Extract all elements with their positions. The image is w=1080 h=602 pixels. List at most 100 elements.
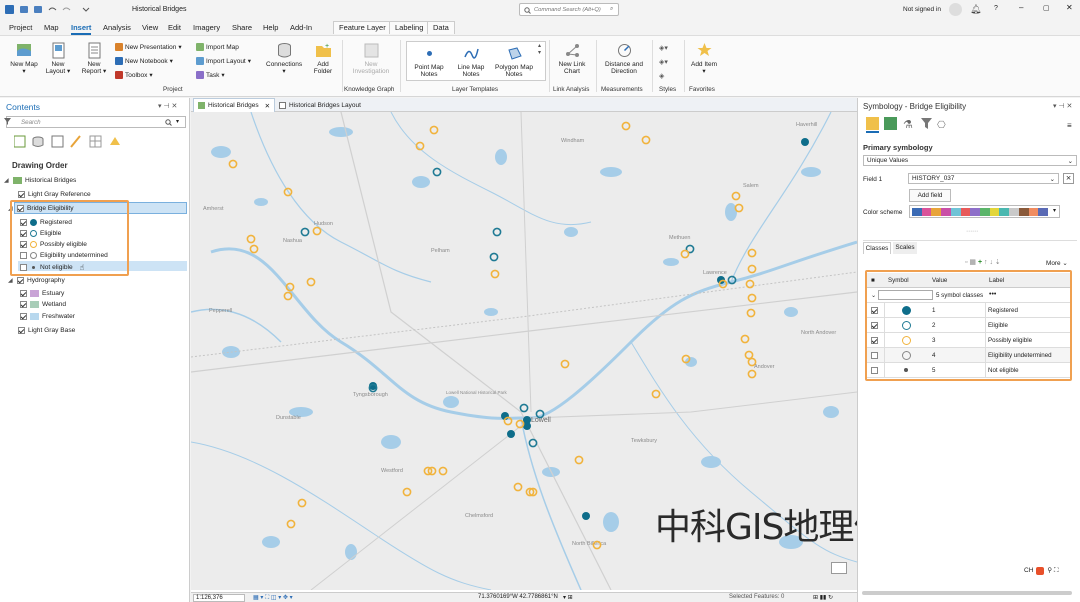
primary-symbology-tab-icon[interactable] [866, 117, 879, 130]
add-item-button[interactable]: Add Item ▾ [690, 42, 718, 75]
map-tools-icons[interactable]: ▦ ▾ ⛶ ◫ ▾ ✥ ▾ [253, 594, 293, 602]
tab-help[interactable]: Help [263, 23, 278, 32]
command-search-box[interactable]: Command Search (Alt+Q) ⌕ [519, 3, 619, 16]
tab-historical-bridges[interactable]: Historical Bridges ✕ [193, 98, 276, 112]
tab-historical-bridges-layout[interactable]: Historical Bridges Layout [275, 98, 365, 112]
symbology-mode-tabs[interactable]: ⚗ ⎔ [865, 115, 957, 133]
add-folder-button[interactable]: + Add Folder [308, 42, 338, 75]
class-checkbox[interactable] [20, 290, 27, 297]
sign-in-status[interactable]: Not signed in [903, 6, 941, 13]
tab-analysis[interactable]: Analysis [103, 23, 131, 32]
symbology-method-select[interactable]: Unique Values ⌄ [863, 155, 1077, 166]
task-button[interactable]: Task ▾ [196, 71, 225, 79]
tab-map[interactable]: Map [44, 23, 59, 32]
style-icon[interactable]: ◈▾ [659, 59, 668, 66]
tab-data[interactable]: Data [427, 21, 455, 34]
menu-icon[interactable]: ≡ [1067, 121, 1072, 130]
close-window-icon[interactable]: ✕ [1066, 3, 1073, 12]
layer-visibility-checkbox[interactable] [17, 277, 24, 284]
polygon-map-notes-button[interactable]: Polygon Map Notes [494, 45, 534, 78]
contents-view-toolbar[interactable] [14, 135, 124, 149]
styles-buttons[interactable]: ◈▾ ◈▾ ◈ [659, 42, 668, 84]
layer-light-gray-base[interactable]: Light Gray Base [18, 327, 75, 334]
import-map-button[interactable]: Import Map [196, 43, 239, 51]
notification-bell-icon[interactable]: 🔔︎ [970, 4, 981, 15]
color-scheme-swatch [960, 208, 971, 216]
layer-hydrography[interactable]: ◢ Hydrography [8, 277, 65, 284]
map-node-historical-bridges[interactable]: ◢ Historical Bridges [4, 177, 76, 184]
layer-light-gray-reference[interactable]: Light Gray Reference [18, 191, 91, 198]
close-tab-icon[interactable]: ✕ [265, 102, 270, 110]
collapse-icon[interactable]: ◢ [4, 177, 10, 184]
ime-options-icon[interactable]: ⚲ ⛶ [1047, 566, 1058, 575]
coordinate-options-icon[interactable]: ▾ ⊞ [563, 594, 573, 601]
group-separator [652, 40, 653, 92]
tab-classes[interactable]: Classes [863, 242, 891, 254]
scales-tab-label: Scales [895, 244, 915, 251]
splitter-grip[interactable]: ⋯⋯ [966, 228, 978, 235]
style-icon[interactable]: ◈ [659, 73, 664, 80]
search-options-icon[interactable]: ▾ [176, 118, 179, 125]
quick-access-toolbar[interactable] [5, 5, 105, 15]
pane-options-icon[interactable]: ▾ ⊣ ✕ [158, 102, 177, 110]
tab-scales[interactable]: Scales [893, 242, 917, 254]
layer-label: Light Gray Base [28, 327, 76, 334]
bridge-point-registered[interactable] [801, 138, 809, 146]
layout-tab-label: Historical Bridges Layout [289, 101, 361, 109]
toolbox-button[interactable]: Toolbox ▾ [115, 71, 153, 79]
maximize-icon[interactable]: ▢ [1043, 4, 1050, 12]
contents-search-input[interactable]: Search ▾ [6, 116, 186, 128]
sql-expression-icon[interactable]: ⨯ [1063, 173, 1074, 184]
minimize-icon[interactable]: – [1019, 3, 1023, 12]
import-layout-button[interactable]: Import Layout ▾ [196, 57, 251, 65]
pause-refresh-icons[interactable]: ⊞ ▮▮ ↻ [813, 594, 833, 601]
tab-edit[interactable]: Edit [168, 23, 181, 32]
tab-labeling[interactable]: Labeling [389, 21, 430, 34]
tab-project[interactable]: Project [9, 23, 32, 32]
map-thumbnail-icon[interactable] [831, 562, 847, 574]
add-field-button[interactable]: Add field [909, 189, 951, 202]
new-report-button[interactable]: New Report ▾ [79, 42, 109, 75]
more-menu[interactable]: More ⌄ [1046, 259, 1068, 267]
new-layout-button[interactable]: New Layout ▾ [43, 42, 73, 75]
collapse-icon[interactable]: ◢ [8, 277, 14, 284]
new-link-chart-button[interactable]: New Link Chart [553, 42, 591, 75]
user-avatar-icon[interactable] [949, 3, 962, 16]
layer-visibility-checkbox[interactable] [18, 191, 25, 198]
line-map-notes-button[interactable]: Line Map Notes [452, 45, 490, 78]
tab-view[interactable]: View [142, 23, 158, 32]
new-map-button[interactable]: New Map ▾ [10, 42, 38, 75]
class-checkbox[interactable] [20, 301, 27, 308]
tab-feature-layer[interactable]: Feature Layer [333, 21, 392, 34]
class-wetland[interactable]: Wetland [20, 301, 66, 308]
bridge-point-registered[interactable] [582, 512, 590, 520]
filter-icon[interactable] [4, 117, 12, 126]
tab-add-in[interactable]: Add-In [290, 23, 312, 32]
input-method-indicator[interactable]: CH ⚲ ⛶ [1024, 566, 1059, 575]
map-label-haverhill: Haverhill [796, 122, 817, 128]
color-scheme-swatch [941, 208, 951, 216]
bridge-point-registered[interactable] [507, 430, 515, 438]
layer-visibility-checkbox[interactable] [18, 327, 25, 334]
tab-insert[interactable]: Insert [71, 23, 92, 35]
tab-share[interactable]: Share [232, 23, 252, 32]
distance-direction-button[interactable]: Distance and Direction [601, 42, 647, 75]
new-presentation-button[interactable]: New Presentation ▾ [115, 43, 182, 51]
class-toolbar-icons[interactable]: ▫ ▦ + ↑ ↓ ⇣ [965, 258, 1001, 266]
class-estuary[interactable]: Estuary [20, 290, 64, 297]
scale-input[interactable]: 1:126,376 [193, 594, 245, 602]
new-notebook-button[interactable]: New Notebook ▾ [115, 57, 173, 65]
class-checkbox[interactable] [20, 313, 27, 320]
field1-select[interactable]: HISTORY_037 ⌄ [908, 173, 1059, 184]
connections-button[interactable]: Connections ▾ [266, 42, 302, 75]
pane-options-icon[interactable]: ▾ ⊣ ✕ [1053, 102, 1072, 110]
color-scheme-select[interactable]: ▾ [909, 205, 1060, 218]
help-button[interactable]: ? [994, 5, 998, 12]
new-investigation-button[interactable]: New Investigation [348, 42, 394, 75]
class-freshwater[interactable]: Freshwater [20, 313, 75, 320]
style-icon[interactable]: ◈▾ [659, 45, 668, 52]
horizontal-scrollbar[interactable] [862, 591, 1072, 595]
gallery-scroll-icon[interactable]: ▴ ▾ [538, 42, 541, 56]
point-map-notes-button[interactable]: Point Map Notes [410, 45, 448, 78]
tab-imagery[interactable]: Imagery [193, 23, 220, 32]
